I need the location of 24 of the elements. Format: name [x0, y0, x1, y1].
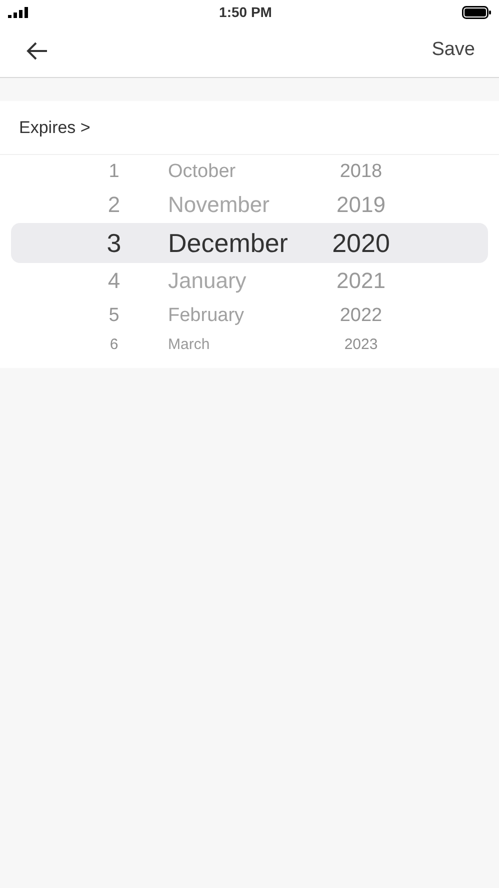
picker-day[interactable]: 3	[11, 230, 157, 256]
picker-day[interactable]: 6	[11, 336, 157, 352]
battery-icon	[462, 6, 491, 18]
picker-day[interactable]: 1	[11, 162, 157, 180]
picker-month[interactable]: December	[157, 230, 317, 256]
picker-year[interactable]: 2023	[317, 336, 405, 352]
picker-year[interactable]: 2019	[317, 194, 405, 216]
picker-month[interactable]: November	[157, 194, 317, 216]
status-time: 1:50 PM	[219, 2, 272, 22]
picker-year[interactable]: 2022	[317, 306, 405, 324]
save-button[interactable]: Save	[432, 36, 475, 65]
back-button[interactable]	[26, 42, 48, 60]
picker-day[interactable]: 2	[11, 194, 157, 216]
picker-month[interactable]: February	[157, 306, 317, 324]
picker-year[interactable]: 2021	[317, 270, 405, 292]
picker-month[interactable]: March	[157, 336, 317, 352]
picker-day[interactable]: 4	[11, 270, 157, 292]
picker-year[interactable]: 2018	[317, 162, 405, 180]
picker-month[interactable]: January	[157, 270, 317, 292]
picker-year[interactable]: 2020	[317, 230, 405, 256]
picker-month[interactable]: October	[157, 162, 317, 180]
signal-icon	[8, 6, 29, 18]
picker-day[interactable]: 5	[11, 306, 157, 324]
section-title: Expires >	[19, 116, 90, 139]
